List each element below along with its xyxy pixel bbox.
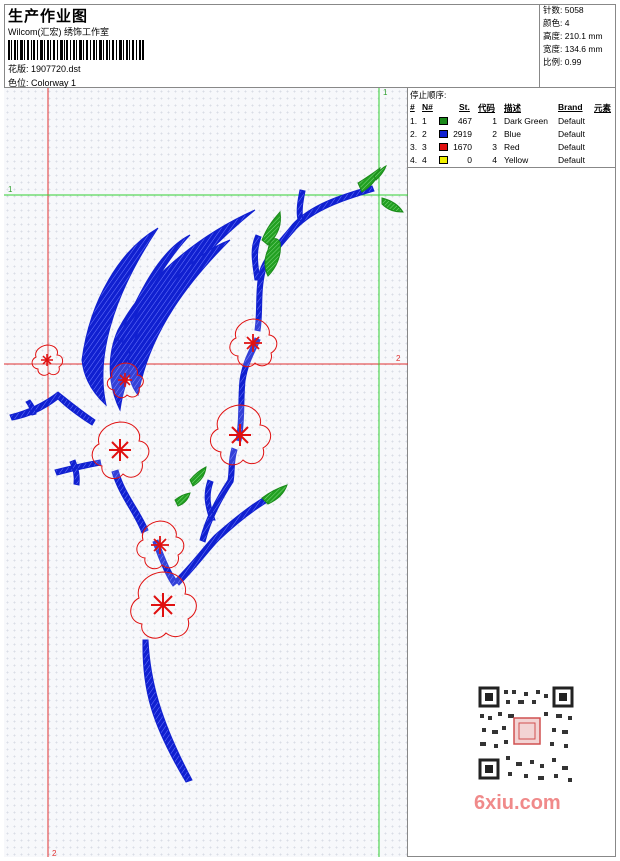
stats-box: 针数: 5058 颜色: 4 高度: 210.1 mm 宽度: 134.6 mm… bbox=[539, 4, 616, 88]
stat-height: 高度: 210.1 mm bbox=[543, 31, 603, 41]
panel-title: 停止顺序: bbox=[410, 90, 447, 100]
col-desc: 描述 bbox=[504, 103, 522, 113]
col-code: 代码 bbox=[478, 103, 496, 113]
stat-stitches: 针数: 5058 bbox=[543, 5, 584, 15]
color-swatch bbox=[439, 143, 448, 151]
color-swatch bbox=[439, 130, 448, 138]
design-file: 花版: 1907720.dst bbox=[8, 64, 81, 74]
barcode bbox=[8, 40, 144, 60]
company-name: Wilcom(汇宏) 绣饰工作室 bbox=[8, 27, 109, 37]
header: 生产作业图 Wilcom(汇宏) 绣饰工作室 花版: 1907720.dst 色… bbox=[4, 4, 616, 88]
stop-sequence-panel: 停止顺序: # N# St. 代码 描述 Brand 元素 1. 1 467 1… bbox=[408, 88, 616, 168]
table-row[interactable]: 2. 2 2919 2 Blue Default bbox=[408, 128, 616, 141]
color-swatch bbox=[439, 117, 448, 125]
design-canvas[interactable] bbox=[4, 88, 408, 857]
stat-width: 宽度: 134.6 mm bbox=[543, 44, 603, 54]
table-row[interactable]: 3. 3 1670 3 Red Default bbox=[408, 141, 616, 154]
page-title: 生产作业图 bbox=[8, 8, 89, 25]
stat-colors: 颜色: 4 bbox=[543, 18, 570, 28]
col-brand: Brand bbox=[558, 102, 583, 112]
col-n: N# bbox=[422, 102, 433, 112]
col-num: # bbox=[410, 102, 415, 112]
table-row[interactable]: 4. 4 0 4 Yellow Default bbox=[408, 154, 616, 167]
col-st: St. bbox=[459, 102, 470, 112]
stat-scale: 比例: 0.99 bbox=[543, 57, 582, 67]
color-swatch bbox=[439, 156, 448, 164]
col-element: 元素 bbox=[594, 103, 612, 113]
table-row[interactable]: 1. 1 467 1 Dark Green Default bbox=[408, 115, 616, 128]
